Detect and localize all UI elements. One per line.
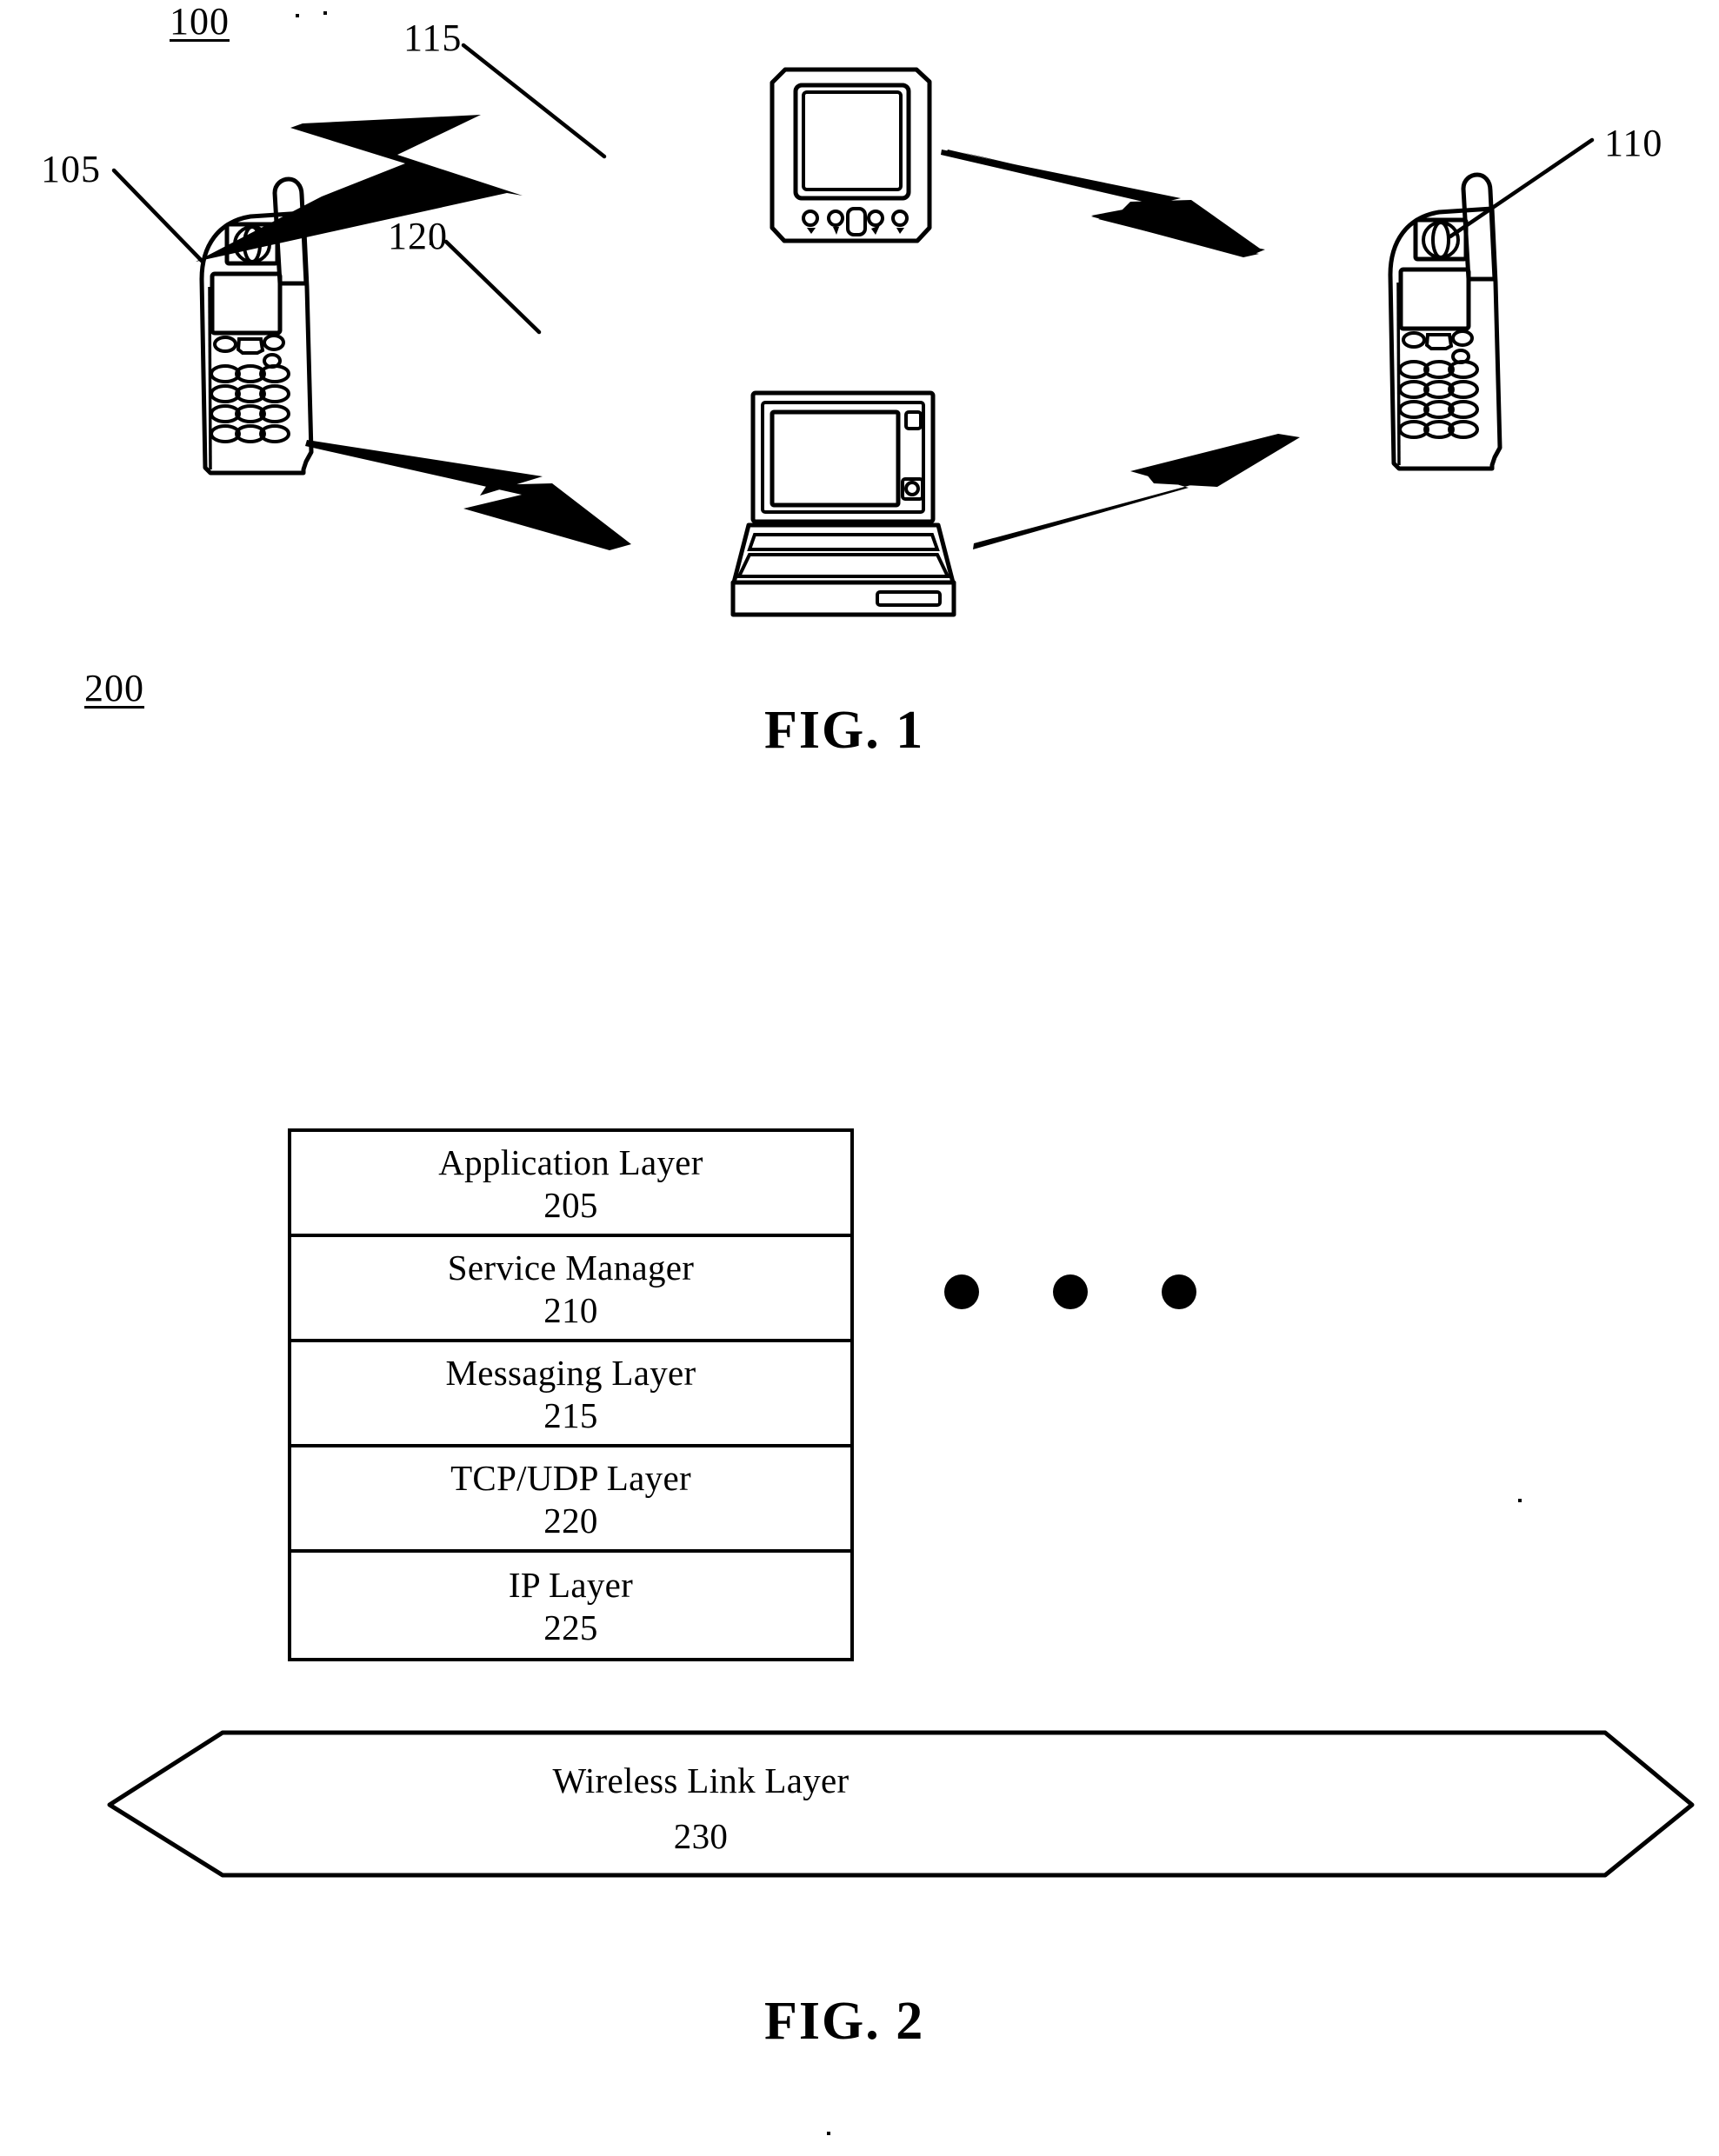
layer-name: Application Layer	[438, 1142, 703, 1183]
leader-line-120	[443, 239, 542, 335]
wireless-link-icon	[941, 150, 1263, 256]
layer-number: 220	[543, 1500, 598, 1540]
mobile-phone-105	[199, 176, 314, 476]
layer-name: Service Manager	[447, 1248, 695, 1288]
pda-button	[827, 210, 844, 227]
scan-speck	[323, 11, 327, 15]
wireless-link-layer-banner: Wireless Link Layer 230	[110, 1731, 1611, 1876]
soft-key-right	[263, 334, 285, 351]
layer-number: 205	[543, 1184, 598, 1225]
function-key	[263, 353, 282, 369]
patent-drawing-sheet: 100 115 105 110 120 FIG. 1 200 Applicati…	[0, 0, 1719, 2156]
phone-body	[199, 210, 314, 476]
laptop-screen	[770, 409, 901, 508]
pda-button-marker	[807, 228, 816, 234]
phone-screen	[1398, 267, 1471, 331]
layer-name: TCP/UDP Layer	[450, 1458, 691, 1499]
scan-speck	[1518, 1499, 1522, 1502]
mobile-phone-110	[1388, 172, 1502, 471]
speaker-grille-circle	[1422, 221, 1460, 259]
leader-line-105	[111, 168, 204, 263]
layer-name: IP Layer	[508, 1565, 634, 1606]
ref-numeral-110: 110	[1604, 122, 1663, 164]
laptop-keyboard	[736, 553, 951, 578]
speaker-grille-frame	[224, 222, 280, 266]
ellipsis-dot	[944, 1274, 979, 1309]
pda-button-row	[802, 207, 909, 236]
pda-center-button	[846, 207, 867, 236]
layer-number: 230	[673, 1815, 729, 1856]
wireless-link-icon	[305, 440, 631, 550]
navigation-key	[1424, 333, 1454, 350]
wireless-link-icon	[946, 150, 1259, 257]
soft-key-left	[213, 336, 237, 353]
layer-name: Messaging Layer	[445, 1353, 696, 1394]
antenna	[272, 176, 309, 286]
stack-layer-messaging: Messaging Layer 215	[291, 1342, 850, 1447]
navigation-key	[236, 337, 265, 355]
pda-body	[770, 67, 932, 243]
soft-key-left	[1402, 331, 1426, 349]
wireless-link-icon	[961, 152, 1265, 254]
pda-button-marker	[896, 228, 904, 234]
antenna	[1461, 172, 1497, 282]
laptop-indicator-light	[904, 410, 923, 430]
speaker-grille-inner	[1431, 221, 1450, 259]
ellipsis-dot	[1162, 1274, 1196, 1309]
soft-key-right	[1451, 329, 1474, 347]
layer-number: 225	[543, 1607, 598, 1647]
leader-line-110	[1448, 137, 1595, 239]
pda-button-marker	[871, 225, 880, 235]
stack-layer-application: Application Layer 205	[291, 1132, 850, 1237]
laptop-hinge-strip	[747, 533, 940, 551]
leader-line-115	[461, 43, 607, 159]
pda-115	[770, 67, 932, 243]
scan-speck	[430, 242, 433, 245]
protocol-stack-diagram: Application Layer 205 Service Manager 21…	[288, 1128, 854, 1661]
ref-numeral-105: 105	[41, 148, 101, 190]
layer-number: 215	[543, 1394, 598, 1435]
figure-1-caption: FIG. 1	[764, 701, 925, 760]
stack-layer-service-manager: Service Manager 210	[291, 1237, 850, 1342]
scan-speck	[296, 14, 299, 17]
laptop-lid	[750, 390, 936, 524]
layer-number: 210	[543, 1289, 598, 1330]
pda-button-marker	[833, 227, 839, 235]
wireless-link-icon	[196, 115, 523, 262]
stack-layer-ip: IP Layer 225	[291, 1553, 850, 1658]
laptop-dial-frame	[901, 477, 924, 501]
laptop-dial	[904, 481, 920, 496]
stack-layer-tcp-udp: TCP/UDP Layer 220	[291, 1447, 850, 1553]
pda-button	[867, 210, 884, 227]
layer-name: Wireless Link Layer	[552, 1760, 850, 1800]
ref-numeral-115: 115	[403, 17, 463, 59]
banner-text-block: Wireless Link Layer 230	[110, 1753, 1292, 1864]
wireless-link-icon	[973, 434, 1300, 549]
laptop-deck	[731, 522, 956, 585]
ellipsis-dots	[944, 1272, 1196, 1312]
ellipsis-dot	[1053, 1274, 1088, 1309]
body-edge	[1396, 282, 1401, 466]
phone-screen	[210, 271, 283, 336]
laptop-120	[730, 390, 956, 617]
pda-button	[802, 210, 819, 227]
pda-screen	[802, 90, 903, 191]
ref-numeral-100: 100	[170, 0, 230, 43]
keypad	[210, 364, 290, 443]
speaker-grille-circle	[233, 225, 271, 263]
figure-2-caption: FIG. 2	[764, 1992, 925, 2051]
ref-numeral-120: 120	[388, 215, 448, 257]
scan-speck	[827, 2132, 830, 2135]
speaker-grille-frame	[1413, 217, 1469, 262]
keypad	[1398, 360, 1479, 439]
pda-button	[891, 210, 909, 227]
laptop-latch	[876, 590, 942, 607]
ref-numeral-200: 200	[84, 667, 144, 709]
laptop-front-lip	[730, 580, 956, 617]
function-key	[1451, 349, 1470, 364]
phone-body	[1388, 206, 1502, 471]
pda-screen-bezel	[793, 83, 911, 201]
speaker-grille-inner	[243, 225, 262, 263]
laptop-lid-inner	[761, 401, 925, 514]
